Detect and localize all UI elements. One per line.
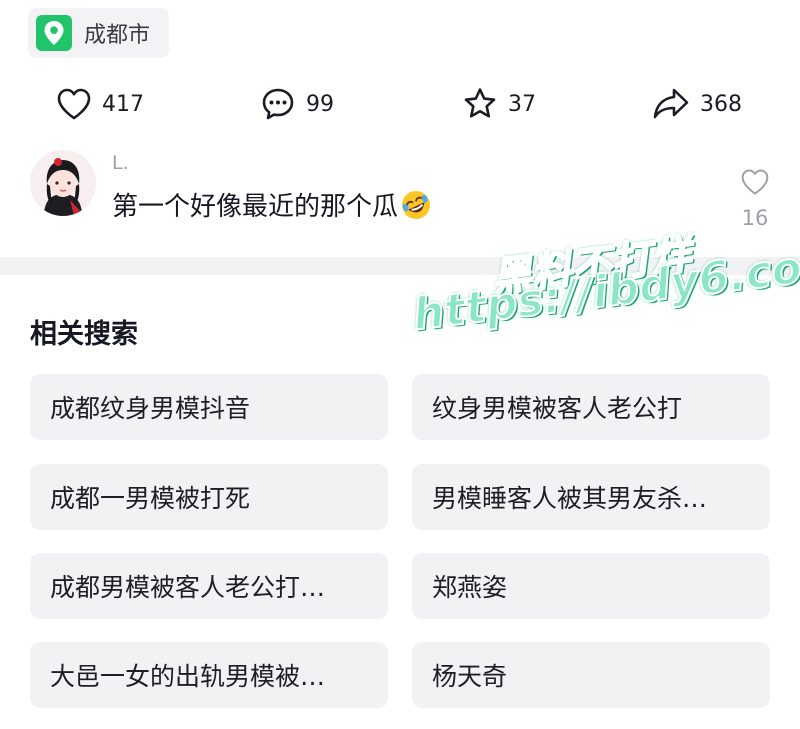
related-search-item[interactable]: 大邑一女的出轨男模被… bbox=[30, 642, 388, 708]
avatar[interactable] bbox=[30, 150, 96, 216]
favorite-count: 37 bbox=[508, 91, 536, 117]
related-search-item[interactable]: 郑燕姿 bbox=[412, 553, 770, 619]
share-arrow-icon bbox=[653, 88, 689, 119]
like-count: 417 bbox=[102, 91, 144, 117]
like-button[interactable]: 417 bbox=[56, 82, 144, 126]
related-search-item[interactable]: 男模睡客人被其男友杀… bbox=[412, 464, 770, 530]
related-search-item[interactable]: 纹身男模被客人老公打 bbox=[412, 374, 770, 440]
comment-like-button[interactable] bbox=[738, 168, 772, 200]
post-detail-page: 成都市 417 99 37 368 L. 第一个好像最近的那个瓜 16 相关搜索… bbox=[0, 0, 800, 729]
share-count: 368 bbox=[700, 91, 742, 117]
location-label: 成都市 bbox=[84, 23, 151, 48]
comment-content: 第一个好像最近的那个瓜 bbox=[112, 186, 432, 228]
comment-count: 99 bbox=[306, 91, 334, 117]
location-tag[interactable]: 成都市 bbox=[28, 8, 169, 58]
comment-text: 第一个好像最近的那个瓜 bbox=[112, 192, 399, 222]
comment-username[interactable]: L. bbox=[112, 152, 129, 174]
location-pin-icon bbox=[36, 15, 72, 51]
heart-icon bbox=[57, 88, 91, 120]
rolling-laughing-emoji-icon bbox=[400, 189, 432, 228]
heart-icon bbox=[741, 169, 769, 195]
comment-bubble-icon bbox=[262, 88, 294, 120]
share-button[interactable]: 368 bbox=[652, 82, 742, 126]
star-icon bbox=[464, 88, 496, 118]
related-search-item[interactable]: 成都一男模被打死 bbox=[30, 464, 388, 530]
comment-button[interactable]: 99 bbox=[260, 82, 334, 126]
related-search-item[interactable]: 成都男模被客人老公打… bbox=[30, 553, 388, 619]
related-search-title: 相关搜索 bbox=[30, 319, 138, 350]
related-search-item[interactable]: 成都纹身男模抖音 bbox=[30, 374, 388, 440]
related-search-item[interactable]: 杨天奇 bbox=[412, 642, 770, 708]
comment-like-count: 16 bbox=[741, 206, 769, 230]
favorite-button[interactable]: 37 bbox=[462, 82, 536, 126]
